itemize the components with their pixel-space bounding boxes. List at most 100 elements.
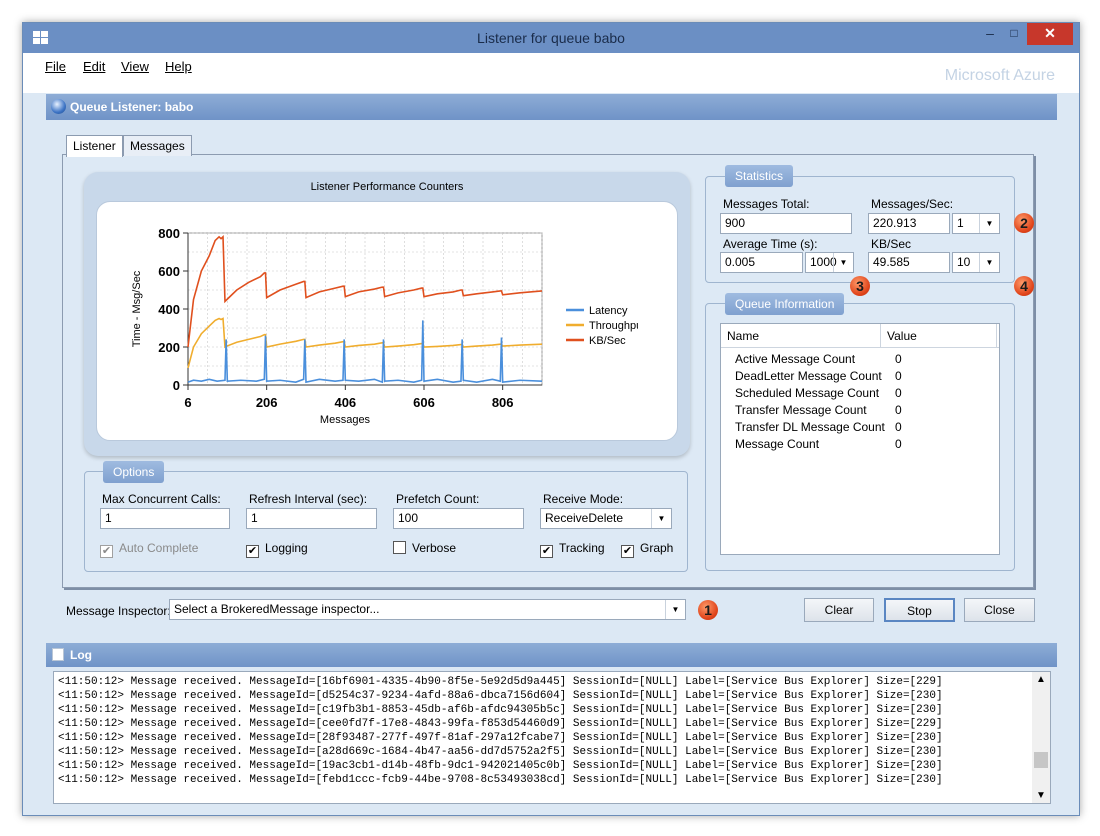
max-concurrent-label: Max Concurrent Calls: — [102, 492, 221, 506]
checkmark-icon: ✔ — [246, 545, 259, 558]
checkmark-icon: ✔ — [621, 545, 634, 558]
menu-view[interactable]: View — [121, 59, 149, 74]
menu-view-label: View — [121, 59, 149, 74]
chevron-down-icon: ▼ — [979, 214, 999, 233]
menu-file[interactable]: File — [45, 59, 66, 74]
avg-time-label: Average Time (s): — [723, 237, 818, 251]
log-line: <11:50:12> Message received. MessageId=[… — [58, 690, 943, 702]
legend-label: Latency — [589, 305, 628, 317]
list-item-value: 0 — [895, 437, 902, 451]
y-tick-label: 400 — [158, 302, 180, 317]
list-item-name: DeadLetter Message Count — [735, 369, 882, 383]
callout-badge-3: 3 — [850, 276, 870, 296]
messages-total-field[interactable]: 900 — [720, 213, 852, 234]
log-icon — [52, 648, 64, 661]
messages-sec-field[interactable]: 220.913 — [868, 213, 950, 234]
x-axis-label: Messages — [320, 414, 371, 426]
performance-chart: 0 200 400 600 800 6 206 406 606 806 Messages Time -… — [131, 226, 638, 426]
list-item-name: Active Message Count — [735, 352, 856, 366]
kb-sec-interval-select[interactable]: 10 ▼ — [952, 252, 1000, 273]
close-button[interactable]: Close — [964, 598, 1035, 622]
log-panel: Log <11:50:12> Message received. Message… — [46, 643, 1057, 811]
prefetch-count-label: Prefetch Count: — [396, 492, 480, 506]
avg-time-interval-select[interactable]: 1000 ▼ — [805, 252, 854, 273]
list-header: Name Value — [721, 324, 999, 348]
log-line: <11:50:12> Message received. MessageId=[… — [58, 704, 943, 716]
clear-button[interactable]: Clear — [804, 598, 874, 622]
message-inspector-select[interactable]: Select a BrokeredMessage inspector... ▼ — [169, 599, 686, 620]
log-line: <11:50:12> Message received. MessageId=[… — [58, 718, 943, 730]
messages-sec-interval-select[interactable]: 1 ▼ — [952, 213, 1000, 234]
chevron-down-icon: ▼ — [979, 253, 999, 272]
x-tick-label: 406 — [334, 395, 356, 410]
menu-help[interactable]: Help — [165, 59, 192, 74]
refresh-interval-label: Refresh Interval (sec): — [249, 492, 368, 506]
scroll-thumb[interactable] — [1034, 752, 1048, 768]
kb-sec-field[interactable]: 49.585 — [868, 252, 950, 273]
queue-info-list[interactable]: Name Value Active Message Count 0 DeadLe… — [720, 323, 1000, 555]
prefetch-count-input[interactable]: 100 — [393, 508, 524, 529]
auto-complete-label: Auto Complete — [119, 541, 199, 555]
x-tick-label: 6 — [184, 395, 191, 410]
refresh-interval-input[interactable]: 1 — [246, 508, 377, 529]
max-concurrent-input[interactable]: 1 — [100, 508, 230, 529]
checkbox-empty-icon — [393, 541, 406, 554]
verbose-checkbox[interactable]: Verbose — [393, 541, 456, 555]
tab-messages[interactable]: Messages — [123, 135, 192, 156]
chevron-down-icon: ▼ — [651, 509, 671, 528]
log-line: <11:50:12> Message received. MessageId=[… — [58, 732, 943, 744]
menu-bar: File Edit View Help Microsoft Azure — [23, 53, 1079, 93]
avg-time-field[interactable]: 0.005 — [720, 252, 803, 273]
list-item-name: Message Count — [735, 437, 820, 451]
callout-badge-1: 1 — [698, 600, 718, 620]
legend-label: Throughput — [589, 320, 638, 332]
receive-mode-value: ReceiveDelete — [545, 511, 624, 525]
list-item-value: 0 — [895, 369, 902, 383]
list-item-name: Scheduled Message Count — [735, 386, 880, 400]
kb-sec-label: KB/Sec — [871, 237, 912, 251]
list-item-value: 0 — [895, 420, 902, 434]
col-value[interactable]: Value — [881, 324, 997, 348]
checkmark-icon: ✔ — [100, 545, 113, 558]
chevron-down-icon: ▼ — [833, 253, 853, 272]
y-tick-label: 200 — [158, 340, 180, 355]
col-name[interactable]: Name — [721, 324, 881, 348]
close-window-button[interactable]: ✕ — [1027, 23, 1073, 45]
messages-total-label: Messages Total: — [723, 197, 810, 211]
menu-edit[interactable]: Edit — [83, 59, 105, 74]
messages-sec-label: Messages/Sec: — [871, 197, 954, 211]
scroll-down-icon[interactable]: ▼ — [1036, 790, 1046, 801]
x-tick-label: 806 — [492, 395, 514, 410]
panel-header: Queue Listener: babo — [46, 94, 1057, 120]
callout-badge-2: 2 — [1014, 213, 1034, 233]
y-tick-label: 0 — [173, 378, 180, 393]
scroll-up-icon[interactable]: ▲ — [1036, 674, 1046, 685]
title-bar[interactable]: Listener for queue babo – □ ✕ — [23, 23, 1079, 53]
kb-sec-interval-value: 10 — [957, 255, 971, 269]
tracking-label: Tracking — [559, 541, 605, 555]
tracking-checkbox[interactable]: ✔ Tracking — [540, 541, 605, 558]
list-item-value: 0 — [895, 386, 902, 400]
log-header: Log — [46, 643, 1057, 667]
menu-file-label: File — [45, 59, 66, 74]
legend-label: KB/Sec — [589, 335, 626, 347]
tab-listener[interactable]: Listener — [66, 135, 123, 157]
window-title: Listener for queue babo — [477, 30, 625, 46]
logging-checkbox[interactable]: ✔ Logging — [246, 541, 308, 558]
log-line: <11:50:12> Message received. MessageId=[… — [58, 774, 943, 786]
log-scrollbar[interactable]: ▲ ▼ — [1032, 672, 1050, 803]
log-textbox[interactable]: <11:50:12> Message received. MessageId=[… — [53, 671, 1051, 804]
auto-complete-checkbox[interactable]: ✔ Auto Complete — [100, 541, 198, 558]
logging-label: Logging — [265, 541, 308, 555]
statistics-title: Statistics — [725, 165, 794, 187]
y-axis-label: Time - Msg/Sec — [131, 270, 143, 347]
log-line: <11:50:12> Message received. MessageId=[… — [58, 760, 943, 772]
stop-button[interactable]: Stop — [884, 598, 955, 622]
receive-mode-select[interactable]: ReceiveDelete ▼ — [540, 508, 672, 529]
list-item-name: Transfer DL Message Count — [735, 420, 885, 434]
maximize-button[interactable]: □ — [999, 23, 1029, 45]
menu-edit-label: Edit — [83, 59, 106, 74]
brand-label: Microsoft Azure — [944, 67, 1055, 84]
graph-checkbox[interactable]: ✔ Graph — [621, 541, 673, 558]
y-tick-label: 800 — [158, 226, 180, 241]
